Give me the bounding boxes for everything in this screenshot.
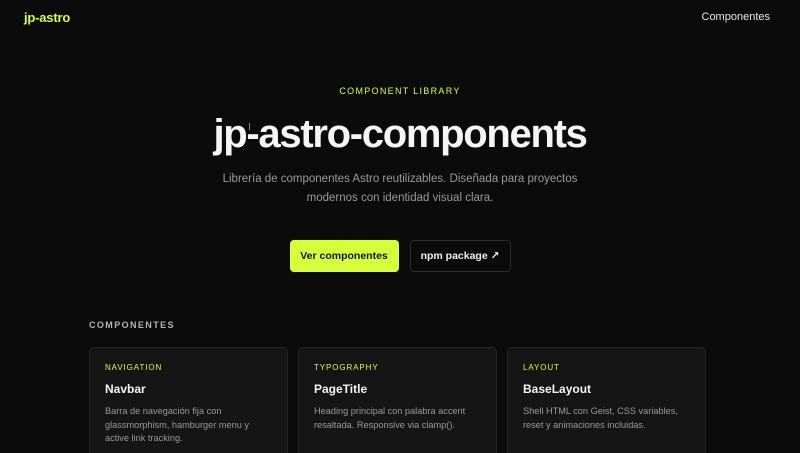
card-category: TYPOGRAPHY (314, 363, 379, 372)
card-title: Navbar (105, 382, 146, 396)
card-description: Barra de navegación fija con glassmorphi… (105, 406, 249, 443)
card-description: Heading principal con palabra accent res… (314, 406, 466, 430)
page: jp-astro Componentes COMPONENT LIBRARY j… (0, 0, 800, 453)
hero-actions: Ver componentes npm package ↗ (0, 240, 800, 272)
view-components-button[interactable]: Ver componentes (289, 240, 399, 272)
nav-link-componentes[interactable]: Componentes (702, 11, 771, 23)
text-cursor-icon (249, 123, 250, 130)
hero-section: COMPONENT LIBRARY jp-astro-components Li… (0, 86, 800, 272)
card-title: BaseLayout (523, 382, 592, 396)
npm-package-button[interactable]: npm package ↗ (409, 240, 511, 272)
card-title: PageTitle (314, 382, 368, 396)
hero-subtitle: Librería de componentes Astro reutilizab… (222, 173, 578, 204)
component-card-baselayout[interactable]: LAYOUT BaseLayout Shell HTML con Geist, … (507, 347, 706, 453)
component-card-navbar[interactable]: NAVIGATION Navbar Barra de navegación fi… (89, 347, 288, 453)
card-description: Shell HTML con Geist, CSS variables, res… (523, 406, 678, 430)
hero-eyebrow: COMPONENT LIBRARY (339, 86, 461, 96)
components-section-heading: COMPONENTES (89, 320, 175, 330)
navbar: jp-astro Componentes (0, 0, 800, 34)
component-cards: NAVIGATION Navbar Barra de navegación fi… (89, 347, 706, 453)
card-category: NAVIGATION (105, 363, 163, 372)
brand-logo-link[interactable]: jp-astro (24, 10, 70, 25)
card-category: LAYOUT (523, 363, 560, 372)
page-title: jp-astro-components (213, 112, 587, 156)
component-card-pagetitle[interactable]: TYPOGRAPHY PageTitle Heading principal c… (298, 347, 497, 453)
